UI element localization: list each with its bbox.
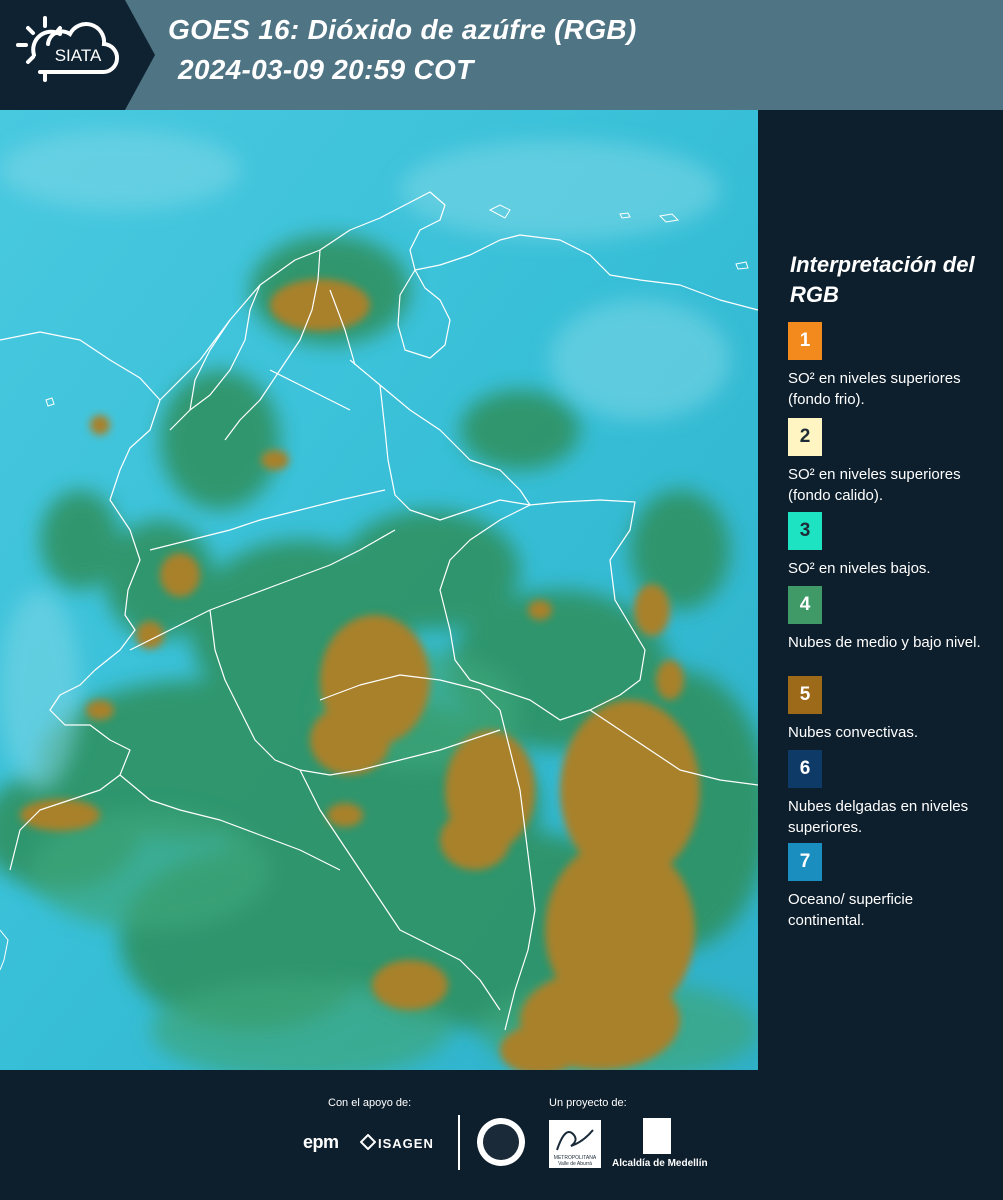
legend-swatch-3: 3 (788, 512, 822, 550)
medellin-seal-logo (477, 1118, 525, 1166)
legend-swatch-5: 5 (788, 676, 822, 714)
support-label: Con el apoyo de: (328, 1097, 412, 1109)
area-metropolitana-logo: METROPOLITANA Valle de Aburrá (549, 1120, 601, 1168)
legend-item-1: 1 SO² en niveles superiores (fondo frio)… (788, 322, 988, 410)
legend-text-6: Nubes delgadas en niveles superiores. (788, 798, 969, 836)
legend-swatch-1: 1 (788, 322, 822, 360)
siata-logo-text: SIATA (55, 46, 102, 65)
seal-inner-icon (483, 1124, 519, 1160)
legend-swatch-7: 7 (788, 843, 822, 881)
alcaldia-shield-icon (643, 1118, 671, 1154)
legend-panel: Interpretación del RGB 1 SO² en niveles … (758, 110, 1003, 1070)
isagen-logo: ISAGEN (378, 1136, 434, 1151)
legend-item-4: 4 Nubes de medio y bajo nivel. (788, 586, 988, 653)
legend-item-7: 7 Oceano/ superficie continental. (788, 843, 988, 931)
satellite-map-image (0, 110, 758, 1070)
page-title: GOES 16: Dióxido de azúfre (RGB) (168, 14, 637, 45)
area-signature-icon (556, 1129, 594, 1151)
page-timestamp: 2024-03-09 20:59 COT (178, 54, 474, 85)
alcaldia-text: Alcaldía de Medellín (612, 1158, 708, 1169)
epm-logo: epm (303, 1132, 339, 1152)
legend-text-2: SO² en niveles superiores (fondo calido)… (788, 466, 961, 504)
legend-text-7: Oceano/ superficie continental. (788, 891, 914, 929)
legend-text-5: Nubes convectivas. (788, 724, 919, 741)
legend-item-3: 3 SO² en niveles bajos. (788, 512, 988, 579)
isagen-icon (360, 1134, 376, 1150)
siata-logo: SIATA (0, 0, 155, 110)
legend-item-6: 6 Nubes delgadas en niveles superiores. (788, 750, 988, 838)
footer-divider (458, 1115, 460, 1170)
legend-text-1: SO² en niveles superiores (fondo frio). (788, 370, 961, 408)
legend-swatch-6: 6 (788, 750, 822, 788)
legend-text-4: Nubes de medio y bajo nivel. (788, 634, 981, 651)
sun-cloud-icon: SIATA (16, 16, 120, 82)
area-metropolitana-text: METROPOLITANA Valle de Aburrá (553, 1155, 597, 1167)
satellite-map (0, 110, 758, 1070)
legend-swatch-2: 2 (788, 418, 822, 456)
project-label: Un proyecto de: (549, 1097, 627, 1109)
header-bar: SIATA GOES 16: Dióxido de azúfre (RGB) 2… (0, 0, 1003, 110)
legend-title: Interpretación del RGB (790, 252, 975, 307)
legend-swatch-4: 4 (788, 586, 822, 624)
legend-item-2: 2 SO² en niveles superiores (fondo calid… (788, 418, 988, 506)
legend-item-5: 5 Nubes convectivas. (788, 676, 988, 743)
footer: Con el apoyo de: Un proyecto de: epm ISA… (0, 1070, 1003, 1200)
legend-text-3: SO² en niveles bajos. (788, 560, 931, 577)
